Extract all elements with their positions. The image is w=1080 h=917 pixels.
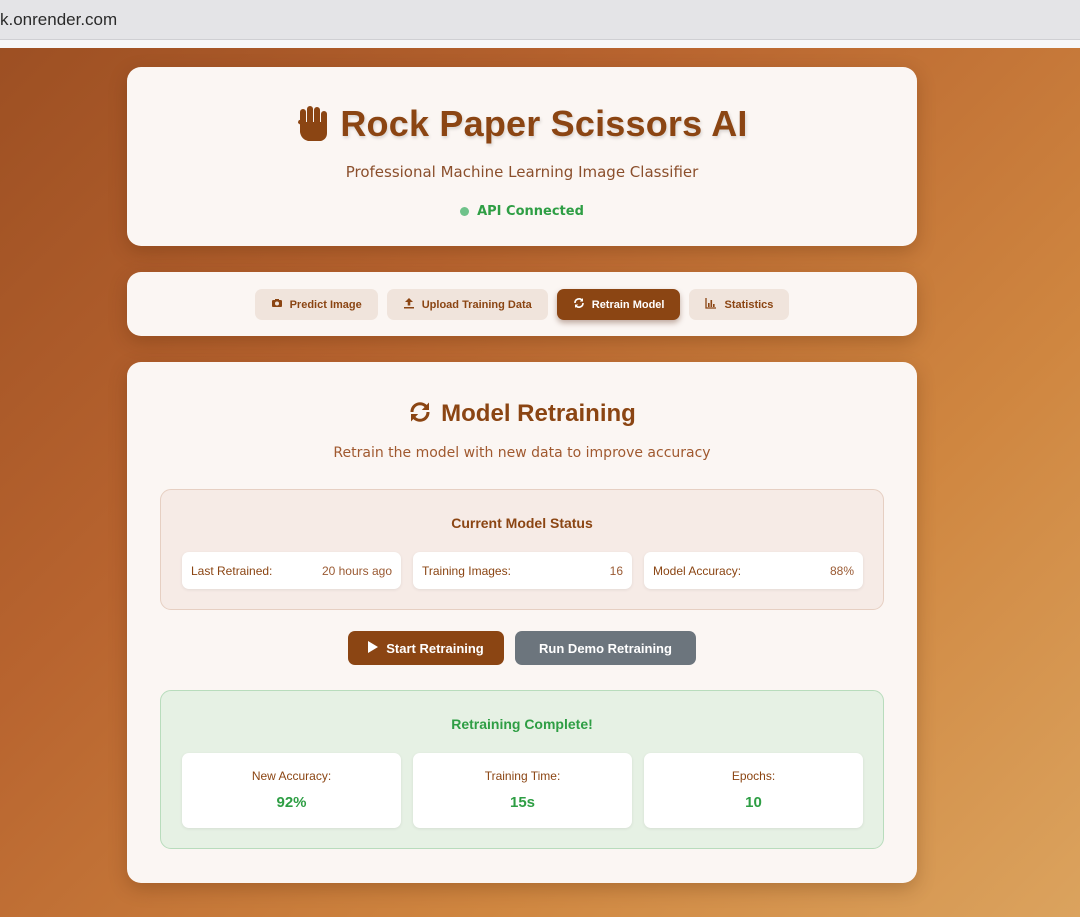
browser-address-bar[interactable]: k.onrender.com [0,0,1080,40]
stat-value: 88% [829,563,854,578]
result-value: 10 [745,794,762,811]
play-icon [368,640,379,656]
tab-label: Predict Image [289,298,362,311]
raised-fist-icon [296,105,330,143]
stat-label: Training Images: [422,563,511,578]
page-title-row: Rock Paper Scissors AI [127,103,917,145]
tab-label: Upload Training Data [421,298,532,311]
result-label: New Accuracy: [251,769,332,783]
tab-statistics[interactable]: Statistics [689,289,790,320]
camera-icon [271,297,283,312]
current-model-status-panel: Current Model Status Last Retrained: 20 … [160,489,884,610]
stat-training-images: Training Images: 16 [413,552,632,589]
section-subtitle: Retrain the model with new data to impro… [333,445,711,461]
section-title: Model Retraining [441,400,636,427]
result-title: Retraining Complete! [451,716,593,732]
tab-predict-image[interactable]: Predict Image [254,289,378,320]
page-title: Rock Paper Scissors AI [340,103,748,144]
upload-icon [403,297,415,312]
header-card: Rock Paper Scissors AI Professional Mach… [127,67,917,246]
stat-label: Last Retrained: [191,563,273,578]
retraining-result-panel: Retraining Complete! New Accuracy: 92% T… [160,690,884,849]
result-value: 15s [509,794,536,811]
stat-value: 16 [609,563,623,578]
api-status-text: API Connected [477,204,584,219]
button-label: Start Retraining [386,640,484,656]
stat-value: 20 hours ago [321,563,392,578]
start-retraining-button[interactable]: Start Retraining [348,631,504,665]
result-training-time: Training Time: 15s [413,753,632,828]
nav-card: Predict Image Upload Training Data Retra… [127,272,917,336]
result-label: Epochs: [731,769,776,783]
refresh-icon [408,400,432,428]
panel-title: Current Model Status [451,515,593,531]
result-new-accuracy: New Accuracy: 92% [182,753,401,828]
tab-retrain-model[interactable]: Retrain Model [556,289,681,320]
stat-last-retrained: Last Retrained: 20 hours ago [182,552,401,589]
refresh-icon [573,297,585,312]
result-label: Training Time: [484,769,561,783]
stat-model-accuracy: Model Accuracy: 88% [644,552,863,589]
nav-tabs: Predict Image Upload Training Data Retra… [127,289,917,320]
tab-upload-training-data[interactable]: Upload Training Data [386,289,548,320]
run-demo-retraining-button[interactable]: Run Demo Retraining [515,631,696,665]
api-status: API Connected [127,204,917,219]
chart-icon [705,297,717,312]
browser-toolbar-divider [0,40,1080,48]
result-epochs: Epochs: 10 [644,753,863,828]
status-dot-icon [460,207,470,216]
stat-label: Model Accuracy: [653,563,742,578]
button-label: Run Demo Retraining [539,640,672,656]
page-subtitle: Professional Machine Learning Image Clas… [345,163,699,181]
url-text: k.onrender.com [0,10,118,29]
section-title-row: Model Retraining [127,400,917,428]
retrain-card: Model Retraining Retrain the model with … [127,362,917,883]
result-value: 92% [276,794,307,811]
tab-label: Retrain Model [591,298,665,311]
tab-label: Statistics [724,298,774,311]
